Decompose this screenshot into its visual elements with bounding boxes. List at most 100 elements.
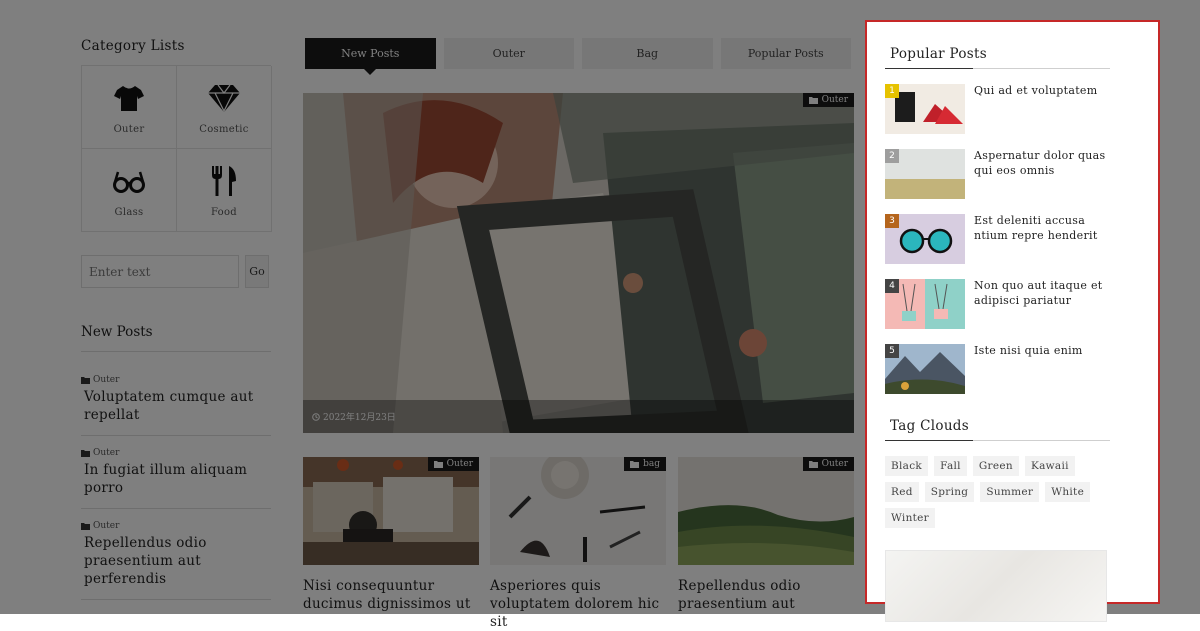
list-item[interactable]: 4 Non quo aut itaque et adipisci pariatu… [885,279,1110,333]
tag-chip[interactable]: Fall [934,456,967,476]
post-title[interactable]: Qui ad et voluptatem [974,84,1097,138]
post-title[interactable]: Est deleniti accusa ntium repre henderit [974,214,1110,268]
post-card-title[interactable]: Nisi consequuntur ducimus dignissimos ut [303,577,479,613]
post-category-label: Outer [93,448,120,458]
right-sidebar-content: Popular Posts 1 Qui ad et voluptatem 2 A… [885,22,1110,622]
badge-label: bag [643,459,660,469]
featured-post-image [303,93,854,433]
post-date-text: 2022年12月23日 [323,413,396,423]
rank-badge: 2 [885,149,899,163]
folder-icon [808,97,818,104]
post-thumbnail[interactable]: 1 [885,84,965,134]
post-title[interactable]: In fugiat illum aliquam porro [84,461,271,497]
tab-bag[interactable]: Bag [582,38,713,69]
category-label: Glass [114,206,144,218]
badge-label: Outer [821,459,848,469]
list-item[interactable]: 3 Est deleniti accusa ntium repre hender… [885,214,1110,268]
post-card-title[interactable]: Repellendus odio praesentium aut [678,577,854,613]
folder-icon [81,523,90,530]
post-category: Outer [81,448,271,458]
list-item[interactable]: 5 Iste nisi quia enim [885,344,1110,398]
tag-cloud: Black Fall Green Kawaii Red Spring Summe… [885,456,1110,528]
post-card-image: Outer [303,457,479,565]
fork-knife-icon [212,165,236,196]
post-card-image: Outer [678,457,854,565]
post-card[interactable]: Outer Nisi consequuntur ducimus dignissi… [303,457,479,613]
post-category-label: Outer [93,521,120,531]
tag-chip[interactable]: Summer [980,482,1040,502]
post-title[interactable]: Iste nisi quia enim [974,344,1083,398]
tab-outer[interactable]: Outer [443,38,574,69]
category-badge[interactable]: bag [624,457,666,471]
tag-clouds-heading: Tag Clouds [885,418,1110,441]
folder-icon [808,461,818,468]
post-thumbnail[interactable]: 2 [885,149,965,199]
tag-chip[interactable]: White [1045,482,1091,502]
post-title[interactable]: Voluptatem cumque aut repellat [84,388,271,424]
post-category: Outer [81,521,271,531]
sidebar-banner-image[interactable] [885,550,1107,622]
category-cosmetic[interactable]: Cosmetic [177,66,272,149]
list-item[interactable]: Outer Repellendus odio praesentium aut p… [81,509,271,600]
list-item[interactable]: 2 Aspernatur dolor quas qui eos omnis [885,149,1110,203]
tshirt-icon [114,85,144,111]
tag-chip[interactable]: Black [885,456,929,476]
cafe-image [303,457,479,565]
post-category-label: Outer [93,375,120,385]
right-sidebar-highlight: Popular Posts 1 Qui ad et voluptatem 2 A… [865,20,1160,622]
category-badge[interactable]: Outer [802,93,854,107]
post-thumbnail[interactable]: 4 [885,279,965,329]
search-go-button[interactable]: Go [245,255,269,288]
tag-chip[interactable]: Red [885,482,919,502]
post-title[interactable]: Non quo aut itaque et adipisci pariatur [974,279,1110,333]
list-item[interactable]: 1 Qui ad et voluptatem [885,84,1110,138]
category-food[interactable]: Food [177,149,272,232]
category-label: Outer [113,123,145,135]
tag-chip[interactable]: Green [972,456,1019,476]
post-thumbnail[interactable]: 5 [885,344,965,394]
tag-chip[interactable]: Kawaii [1024,456,1075,476]
folder-icon [81,450,90,457]
featured-post[interactable]: Outer 2022年12月23日 [303,93,854,433]
tag-chip[interactable]: Winter [885,508,935,528]
rank-badge: 3 [885,214,899,228]
badge-label: Outer [446,459,473,469]
category-badge[interactable]: Outer [427,457,479,471]
rank-badge: 5 [885,344,899,358]
category-label: Cosmetic [199,123,249,135]
tag-chip[interactable]: Spring [924,482,975,502]
post-title[interactable]: Aspernatur dolor quas qui eos omnis [974,149,1110,203]
list-item[interactable]: Outer In fugiat illum aliquam porro [81,436,271,509]
category-outer[interactable]: Outer [82,66,177,149]
search-form: Go [81,255,271,288]
rank-badge: 4 [885,279,899,293]
search-input[interactable] [81,255,239,288]
glasses-icon [113,171,145,193]
post-card-image: bag [490,457,666,565]
left-sidebar: Category Lists Outer Cosmetic Glass Food… [81,36,272,600]
list-item[interactable]: Outer Voluptatem cumque aut repellat [81,363,271,436]
cosmetics-image [490,457,666,565]
category-glass[interactable]: Glass [82,149,177,232]
post-date: 2022年12月23日 [303,400,854,433]
post-thumbnail[interactable]: 3 [885,214,965,264]
post-card-title[interactable]: Asperiores quis voluptatem dolorem hic s… [490,577,666,631]
post-title[interactable]: Repellendus odio praesentium aut perfere… [84,534,271,588]
tab-popular-posts[interactable]: Popular Posts [720,38,851,69]
new-posts-heading: New Posts [81,324,271,352]
post-category: Outer [81,375,271,385]
popular-posts-list: 1 Qui ad et voluptatem 2 Aspernatur dolo… [885,84,1110,398]
folder-icon [433,461,443,468]
post-card[interactable]: Outer Repellendus odio praesentium aut [678,457,854,613]
clock-icon [312,412,320,421]
new-posts-list: Outer Voluptatem cumque aut repellat Out… [81,363,271,600]
folder-icon [630,461,640,468]
category-label: Food [210,206,238,218]
popular-posts-heading: Popular Posts [885,46,1110,69]
diamond-icon [208,84,240,112]
category-badge[interactable]: Outer [802,457,854,471]
post-tabs: New Posts Outer Bag Popular Posts [305,38,851,75]
category-lists-heading: Category Lists [81,38,185,54]
post-card[interactable]: bag Asperiores quis voluptatem dolorem h… [490,457,666,631]
tab-new-posts[interactable]: New Posts [305,38,436,75]
